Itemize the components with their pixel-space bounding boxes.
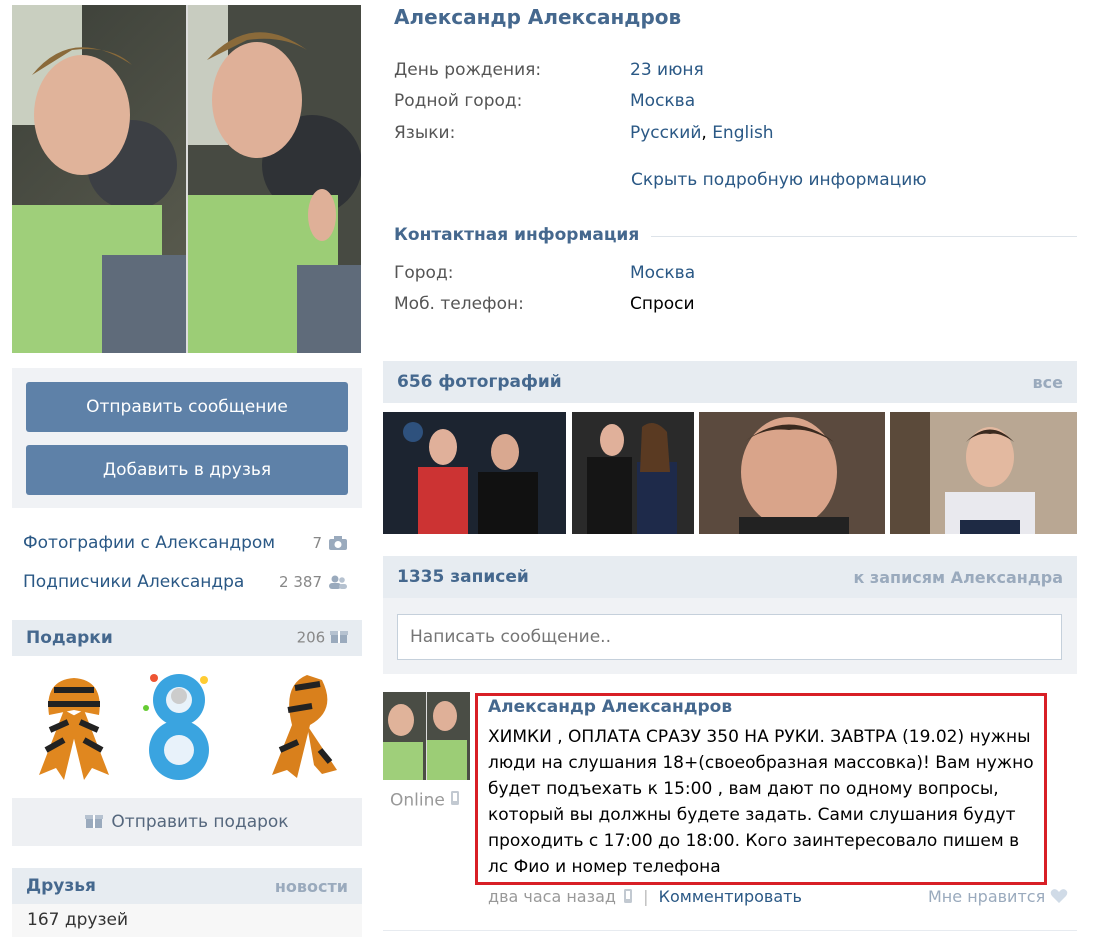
- contact-title: Контактная информация: [394, 225, 652, 245]
- number-eight-gift-icon: [143, 674, 209, 780]
- comment-link[interactable]: Комментировать: [659, 887, 802, 906]
- like-label: Мне нравится: [928, 887, 1046, 906]
- post-author-name[interactable]: Александр Александров: [488, 697, 732, 717]
- info-label-languages: Языки:: [394, 123, 456, 143]
- send-message-button[interactable]: Отправить сообщение: [26, 382, 348, 432]
- side-link-label: Подписчики Александра: [23, 572, 245, 592]
- post-author-status: Online: [390, 790, 460, 811]
- post-text: ХИМКИ , ОПЛАТА СРАЗУ 350 НА РУКИ. ЗАВТРА…: [488, 727, 1034, 877]
- friends-count-text: 167 друзей: [27, 910, 129, 930]
- ribbon-icon: [39, 678, 109, 780]
- photo-thumb[interactable]: [890, 412, 1077, 534]
- info-value-languages: Русский, English: [630, 123, 774, 143]
- info-label-birthday: День рождения:: [394, 60, 542, 80]
- photo-image: [890, 412, 1077, 534]
- profile-name: Александр Александров: [394, 5, 682, 29]
- info-label-hometown: Родной город:: [394, 91, 523, 111]
- photo-thumb[interactable]: [699, 412, 885, 534]
- post-bottom-divider: [383, 930, 1077, 931]
- gift-item[interactable]: [134, 668, 224, 782]
- photos-title: 656 фотографий: [397, 372, 562, 392]
- photo-thumb[interactable]: [572, 412, 694, 534]
- heart-icon: [1050, 888, 1068, 908]
- friends-title: Друзья: [26, 876, 96, 896]
- gift-item[interactable]: [34, 670, 114, 782]
- post-footer: два часа назад | Комментировать: [488, 887, 802, 908]
- wall-to-posts-link[interactable]: к записям Александра: [853, 568, 1063, 587]
- photo-thumb[interactable]: [383, 412, 566, 534]
- wall-header[interactable]: 1335 записей к записям Александра: [383, 556, 1077, 598]
- gift-icon: [85, 811, 104, 833]
- post-time[interactable]: два часа назад: [488, 887, 616, 906]
- photos-all-link[interactable]: все: [1033, 373, 1063, 392]
- gifts-count: 206: [296, 628, 326, 647]
- wall-title: 1335 записей: [397, 567, 529, 587]
- info-value-hometown[interactable]: Москва: [630, 91, 695, 111]
- mobile-icon: [623, 888, 633, 908]
- contact-value-phone: Спроси: [630, 294, 695, 314]
- side-link-followers[interactable]: Подписчики Александра 2 387: [23, 572, 348, 596]
- like-button[interactable]: Мне нравится: [928, 887, 1068, 908]
- photo-image: [383, 412, 566, 534]
- followers-icon: [328, 574, 348, 594]
- side-link-count: 7: [312, 534, 322, 552]
- avatar-image: [383, 692, 470, 780]
- gifts-header[interactable]: Подарки 206: [12, 620, 362, 656]
- info-value-birthday[interactable]: 23 июня: [630, 60, 704, 80]
- hide-info-link[interactable]: Скрыть подробную информацию: [631, 170, 927, 190]
- ribbon-icon: [272, 675, 337, 778]
- send-gift-label: Отправить подарок: [111, 812, 289, 832]
- language-link[interactable]: Русский: [630, 123, 701, 143]
- contact-value-city[interactable]: Москва: [630, 263, 695, 283]
- gift-item[interactable]: [262, 670, 352, 782]
- gifts-title: Подарки: [26, 628, 113, 648]
- friends-count: 167 друзей: [12, 904, 362, 937]
- photo-image: [572, 412, 694, 534]
- contact-label-phone: Моб. телефон:: [394, 294, 524, 314]
- online-status-text: Online: [390, 790, 445, 811]
- wall-post-input[interactable]: [397, 614, 1062, 660]
- avatar-image: [12, 5, 361, 353]
- side-link-photos-with[interactable]: Фотографии с Александром 7: [23, 533, 348, 557]
- camera-icon: [328, 535, 348, 555]
- side-link-label: Фотографии с Александром: [23, 533, 276, 553]
- gift-icon: [330, 628, 348, 648]
- post-footer-separator: |: [643, 887, 649, 906]
- profile-avatar[interactable]: [12, 5, 361, 353]
- language-link[interactable]: English: [712, 123, 773, 143]
- post-author-avatar[interactable]: [383, 692, 470, 780]
- friends-news-link[interactable]: новости: [275, 877, 348, 896]
- contact-label-city: Город:: [394, 263, 454, 283]
- photo-image: [699, 412, 885, 534]
- photos-header[interactable]: 656 фотографий все: [383, 361, 1077, 403]
- send-gift-button[interactable]: Отправить подарок: [12, 798, 362, 846]
- mobile-icon: [450, 790, 460, 811]
- friends-header[interactable]: Друзья новости: [12, 868, 362, 904]
- language-separator: ,: [701, 123, 713, 143]
- side-link-count: 2 387: [279, 573, 322, 591]
- add-friend-button[interactable]: Добавить в друзья: [26, 445, 348, 495]
